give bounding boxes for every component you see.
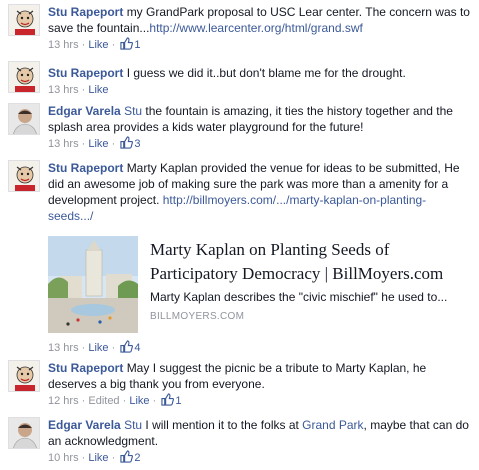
thumbs-up-icon[interactable]: [120, 37, 134, 55]
timestamp[interactable]: 13 hrs: [48, 39, 79, 51]
like-count[interactable]: 3: [134, 138, 140, 150]
edgar-avatar-icon[interactable]: [8, 103, 40, 135]
like-button[interactable]: Like: [129, 395, 149, 407]
thumbs-up-icon[interactable]: [120, 340, 134, 358]
timestamp[interactable]: 13 hrs: [48, 138, 79, 150]
comment-author[interactable]: Stu Rapeport: [48, 5, 123, 19]
preview-description: Marty Kaplan describes the "civic mischi…: [150, 290, 448, 304]
comment-meta: 13 hrs · Like: [48, 84, 109, 96]
timestamp[interactable]: 13 hrs: [48, 84, 79, 96]
timestamp[interactable]: 10 hrs: [48, 452, 79, 464]
stu-avatar-icon[interactable]: [8, 160, 40, 192]
like-button[interactable]: Like: [88, 342, 108, 354]
comment-meta: 12 hrs · Edited · Like · 1: [48, 393, 471, 411]
like-count[interactable]: 1: [134, 39, 140, 51]
comment-text: I guess we did it..but don't blame me fo…: [126, 66, 406, 80]
comment-link[interactable]: http://www.learcenter.org/html/grand.swf: [149, 21, 362, 35]
comment-author[interactable]: Edgar Varela: [48, 104, 121, 118]
stu-avatar-icon[interactable]: [8, 4, 40, 36]
comment-meta: 10 hrs · Like · 2: [48, 450, 471, 468]
preview-title[interactable]: Marty Kaplan on Planting Seeds of Partic…: [150, 238, 460, 286]
thumbs-up-icon[interactable]: [161, 393, 175, 411]
thumbs-up-icon[interactable]: [120, 450, 134, 468]
comment-meta: 13 hrs · Like · 1: [48, 37, 471, 55]
like-count[interactable]: 4: [134, 342, 140, 354]
preview-source: BILLMOYERS.COM: [150, 311, 245, 322]
edgar-avatar-icon[interactable]: [8, 417, 40, 449]
thumbs-up-icon[interactable]: [120, 136, 134, 154]
place-link[interactable]: Grand Park: [302, 418, 363, 432]
preview-thumbnail[interactable]: [48, 236, 138, 333]
mention-link[interactable]: Stu: [124, 418, 142, 432]
like-button[interactable]: Like: [88, 138, 108, 150]
timestamp[interactable]: 12 hrs: [48, 395, 79, 407]
like-button[interactable]: Like: [88, 452, 108, 464]
like-count[interactable]: 2: [134, 452, 140, 464]
like-button[interactable]: Like: [88, 84, 108, 96]
like-button[interactable]: Like: [88, 39, 108, 51]
comment-meta: 13 hrs · Like · 3: [48, 136, 471, 154]
like-count[interactable]: 1: [175, 395, 181, 407]
comment-author[interactable]: Stu Rapeport: [48, 361, 123, 375]
timestamp[interactable]: 13 hrs: [48, 342, 79, 354]
comment-text: I will mention it to the folks at: [145, 418, 299, 432]
stu-avatar-icon[interactable]: [8, 61, 40, 93]
comment-author[interactable]: Edgar Varela: [48, 418, 121, 432]
link-preview[interactable]: Marty Kaplan on Planting Seeds of Partic…: [48, 236, 458, 333]
comment-author[interactable]: Stu Rapeport: [48, 161, 123, 175]
stu-avatar-icon[interactable]: [8, 360, 40, 392]
edited-label[interactable]: Edited: [88, 395, 119, 407]
mention-link[interactable]: Stu: [124, 104, 142, 118]
comment-author[interactable]: Stu Rapeport: [48, 66, 123, 80]
comment-meta: 13 hrs · Like · 4: [48, 340, 140, 358]
